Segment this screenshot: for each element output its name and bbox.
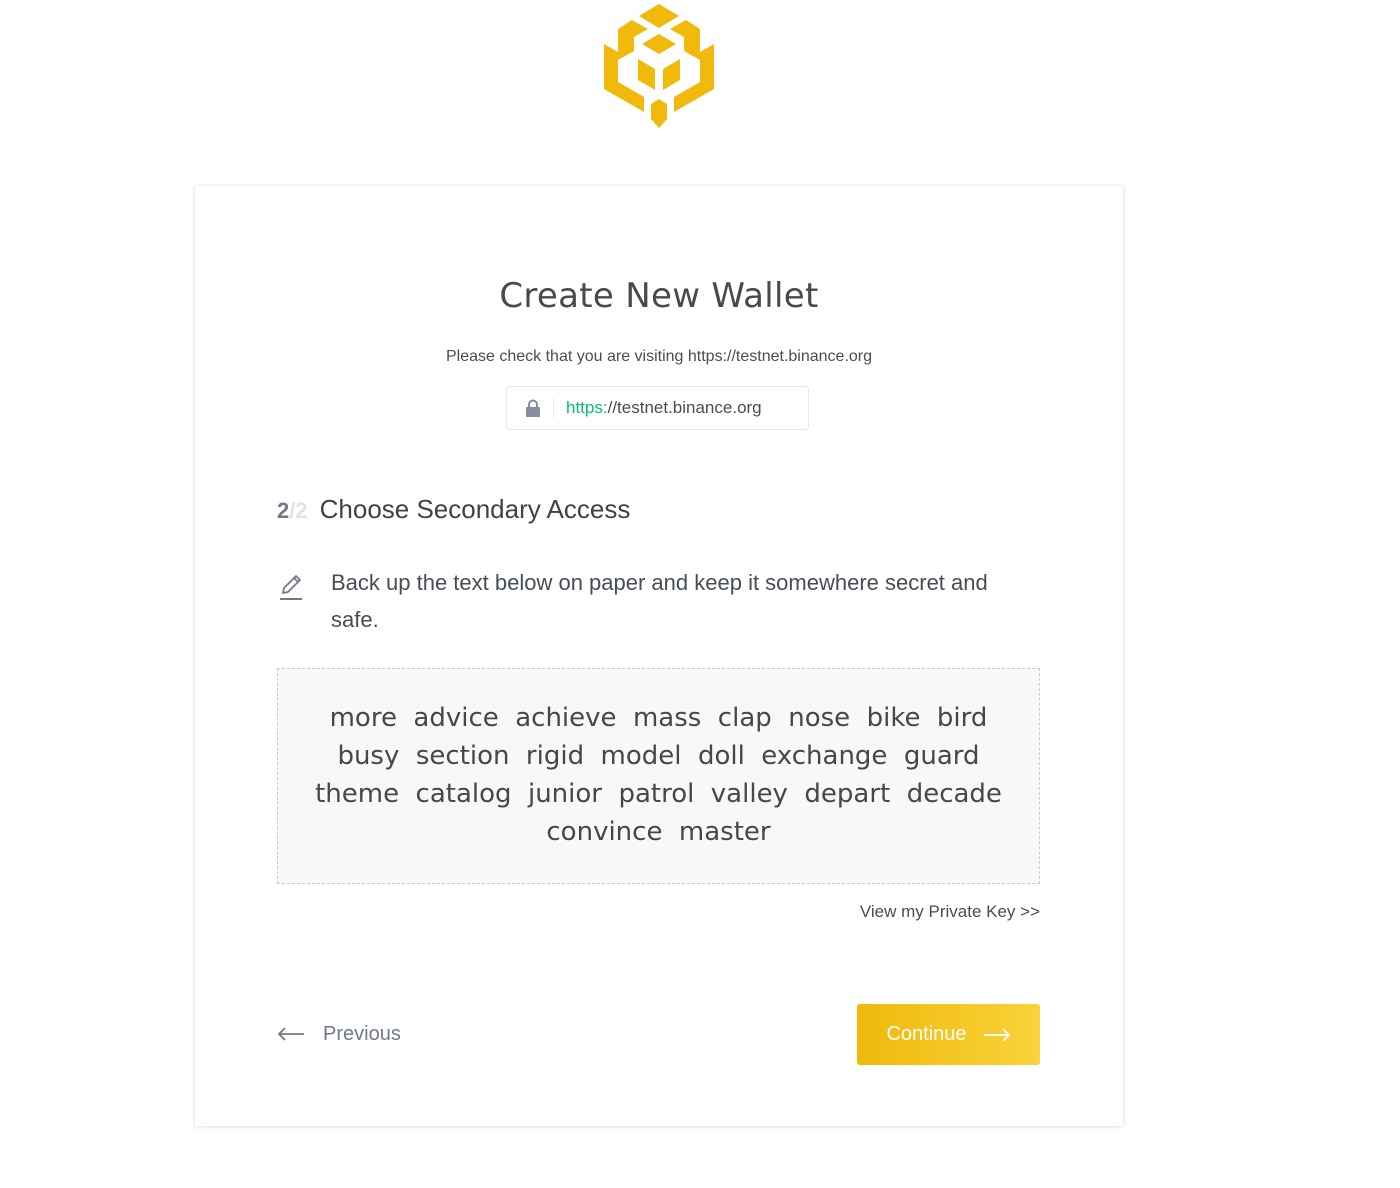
mnemonic-word: patrol	[618, 779, 695, 809]
arrow-left-icon	[277, 1027, 304, 1041]
mnemonic-word: exchange	[761, 741, 888, 771]
mnemonic-word: bike	[866, 703, 921, 733]
lock-icon	[526, 399, 540, 417]
mnemonic-word: achieve	[515, 703, 617, 733]
mnemonic-word: junior	[527, 779, 602, 809]
continue-label: Continue	[886, 1023, 967, 1045]
view-private-key-link[interactable]: View my Private Key >>	[860, 902, 1040, 922]
step-header: 2/2 Choose Secondary Access	[277, 494, 630, 525]
mnemonic-word: more	[329, 703, 397, 733]
url-divider	[553, 398, 554, 418]
mnemonic-word: theme	[315, 779, 400, 809]
mnemonic-word: rigid	[525, 741, 585, 771]
mnemonic-word: nose	[788, 703, 851, 733]
url-host: //testnet.binance.org	[607, 398, 762, 417]
step-title: Choose Secondary Access	[319, 494, 631, 524]
page: Create New Wallet Please check that you …	[0, 0, 1400, 1188]
step-current: 2	[277, 498, 290, 523]
mnemonic-word: depart	[804, 779, 891, 809]
continue-button[interactable]: Continue	[857, 1004, 1040, 1065]
mnemonic-word: catalog	[415, 779, 512, 809]
binance-chain-logo-icon	[604, 4, 714, 128]
mnemonic-word: doll	[697, 741, 745, 771]
mnemonic-word: busy	[337, 741, 400, 771]
step-total: 2	[295, 498, 308, 523]
arrow-right-icon	[983, 1027, 1010, 1042]
previous-button[interactable]: Previous	[277, 1016, 401, 1052]
pencil-icon	[280, 575, 302, 600]
mnemonic-phrase-box: more advice achieve mass clap nose bike …	[277, 668, 1040, 884]
mnemonic-word: section	[415, 741, 510, 771]
previous-label: Previous	[323, 1022, 401, 1045]
url-scheme: https:	[566, 398, 608, 417]
create-wallet-card: Create New Wallet Please check that you …	[195, 186, 1123, 1126]
url-text: https://testnet.binance.org	[566, 398, 762, 418]
instruction-text: Back up the text below on paper and keep…	[331, 570, 988, 632]
mnemonic-word: mass	[632, 703, 702, 733]
mnemonic-word: advice	[413, 703, 499, 733]
mnemonic-word: bird	[936, 703, 988, 733]
page-title: Create New Wallet	[499, 276, 819, 316]
url-check-notice: Please check that you are visiting https…	[445, 348, 873, 365]
url-verification-box: https://testnet.binance.org	[506, 386, 809, 430]
mnemonic-word: master	[678, 817, 771, 847]
backup-instruction: Back up the text below on paper and keep…	[277, 564, 1037, 638]
mnemonic-word: convince	[546, 817, 663, 847]
mnemonic-word: guard	[903, 741, 980, 771]
mnemonic-word: valley	[710, 779, 788, 809]
mnemonic-word: decade	[906, 779, 1002, 809]
mnemonic-word: model	[600, 741, 682, 771]
mnemonic-word: clap	[717, 703, 772, 733]
